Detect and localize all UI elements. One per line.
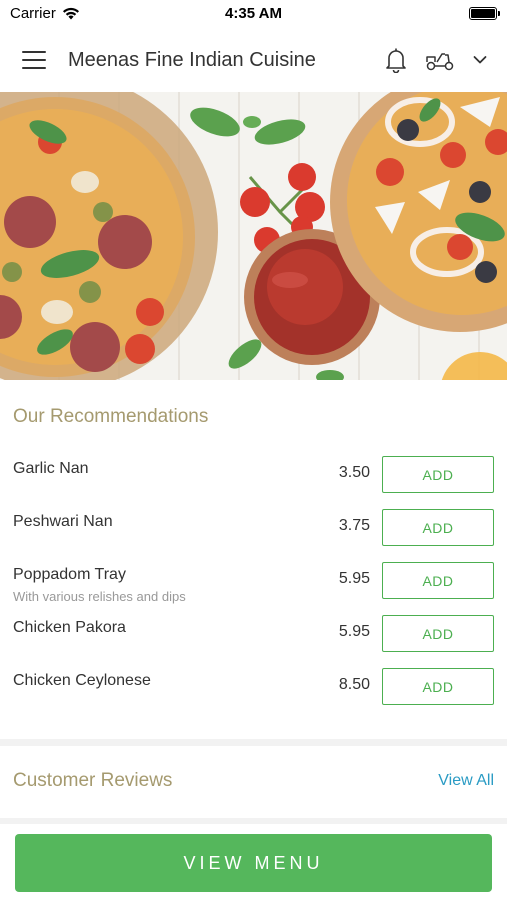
section-divider [0,739,507,746]
item-price: 3.50 [338,464,370,481]
item-description: With various relishes and dips [13,589,186,604]
item-name: Peshwari Nan [13,513,113,530]
list-item: Chicken Pakora 5.95 ADD [13,611,494,664]
hamburger-menu-icon[interactable] [22,51,46,69]
app-header: Meenas Fine Indian Cuisine [0,28,507,92]
item-name: Garlic Nan [13,460,89,477]
recommendations-list: Garlic Nan 3.50 ADD Peshwari Nan 3.75 AD… [0,452,507,717]
list-item: Poppadom Tray With various relishes and … [13,558,494,611]
hero-food-image [0,92,507,380]
list-item: Garlic Nan 3.50 ADD [13,452,494,505]
bottom-bar: VIEW MENU [0,818,507,900]
add-button[interactable]: ADD [382,562,494,599]
recommendations-title: Our Recommendations [13,406,209,427]
item-price: 5.95 [338,570,370,587]
view-menu-button[interactable]: VIEW MENU [15,834,492,892]
status-time: 4:35 AM [225,5,282,22]
add-button[interactable]: ADD [382,456,494,493]
status-bar: Carrier 4:35 AM [0,0,507,28]
list-item: Peshwari Nan 3.75 ADD [13,505,494,558]
item-price: 3.75 [338,517,370,534]
list-item: Chicken Ceylonese 8.50 ADD [13,664,494,717]
delivery-scooter-icon[interactable] [425,49,455,71]
add-button[interactable]: ADD [382,509,494,546]
chevron-down-icon[interactable] [473,55,487,65]
reviews-title: Customer Reviews [13,770,173,791]
add-button[interactable]: ADD [382,668,494,705]
restaurant-title: Meenas Fine Indian Cuisine [68,48,316,71]
customer-reviews-header: Customer Reviews View All [0,746,507,816]
view-all-link[interactable]: View All [438,772,494,790]
item-price: 5.95 [338,623,370,640]
item-name: Chicken Pakora [13,619,126,636]
item-price: 8.50 [338,676,370,693]
item-name: Chicken Ceylonese [13,672,151,689]
add-button[interactable]: ADD [382,615,494,652]
item-name: Poppadom Tray [13,566,126,583]
battery-icon [469,7,500,20]
bell-icon[interactable] [385,47,407,73]
